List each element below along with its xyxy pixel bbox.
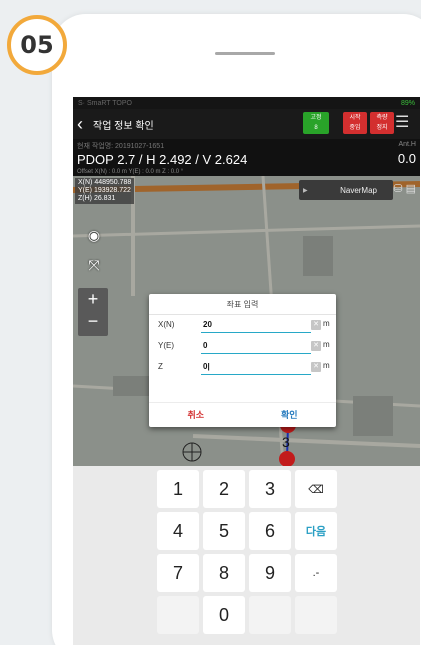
clear-icon[interactable]: ✕ <box>311 341 321 351</box>
key-0[interactable]: 0 <box>203 596 245 634</box>
x-label: X(N) <box>158 320 175 329</box>
z-input-row: Z 0| ✕ m <box>149 357 336 378</box>
key-2[interactable]: 2 <box>203 470 245 508</box>
dialog-buttons: 취소 확인 <box>149 402 336 427</box>
fix-status-button[interactable]: 고정 8 <box>303 112 329 134</box>
zoom-out-icon[interactable]: − <box>78 310 108 332</box>
current-coordinates: X(N) 448950.788 Y(E) 193928.722 Z(H) 26.… <box>75 178 135 204</box>
symbol-key[interactable]: .- <box>295 554 337 592</box>
key-7[interactable]: 7 <box>157 554 199 592</box>
coord-x: X(N) 448950.788 <box>78 179 132 186</box>
app-title: 작업 정보 확인 <box>93 120 154 132</box>
step-badge: 05 <box>7 15 67 75</box>
menu-icon[interactable]: ☰ <box>395 115 409 131</box>
clear-icon[interactable]: ✕ <box>311 320 321 330</box>
key-5[interactable]: 5 <box>203 512 245 550</box>
y-label: Y(E) <box>158 341 174 350</box>
job-name: 현재 작업명: 20191027-1651 <box>77 143 165 150</box>
numeric-keyboard: 1 2 3 ⌫ 4 5 6 다음 7 8 9 .- 0 <box>73 466 420 645</box>
battery-level: 89% <box>400 99 415 107</box>
locate-icon[interactable]: ◉ <box>85 226 103 244</box>
next-key[interactable]: 다음 <box>295 512 337 550</box>
antenna-height-label: Ant.H <box>398 141 416 148</box>
confirm-button[interactable]: 확인 <box>243 403 337 427</box>
app-bar: ‹ 작업 정보 확인 고정 8 시작 중임 측량 정지 ☰ <box>73 109 420 139</box>
x-unit: m <box>323 319 330 328</box>
blank-key-mid <box>249 596 291 634</box>
expand-arrow-icon: ▶ <box>303 187 308 194</box>
key-8[interactable]: 8 <box>203 554 245 592</box>
blank-key-left <box>157 596 199 634</box>
status-left: S· SmaRT TOPO <box>78 99 132 107</box>
coordinate-input-dialog: 좌표 입력 X(N) 20 ✕ m Y(E) 0 ✕ m Z 0| ✕ m 취소 <box>149 294 336 427</box>
z-input[interactable]: 0| <box>201 359 311 375</box>
key-9[interactable]: 9 <box>249 554 291 592</box>
y-input-row: Y(E) 0 ✕ m <box>149 336 336 357</box>
status-bar: S· SmaRT TOPO 89% <box>73 97 420 109</box>
offset-readout: Offset X(N) : 0.0 m Y(E) : 0.0 m Z : 0.0… <box>73 168 420 176</box>
key-6[interactable]: 6 <box>249 512 291 550</box>
dialog-title: 좌표 입력 <box>149 294 336 315</box>
point-label: 3 <box>282 434 290 450</box>
zoom-controls: + − <box>78 288 108 336</box>
x-input[interactable]: 20 <box>201 317 311 333</box>
z-unit: m <box>323 361 330 370</box>
key-3[interactable]: 3 <box>249 470 291 508</box>
start-button[interactable]: 시작 중임 <box>343 112 367 134</box>
clear-icon[interactable]: ✕ <box>311 362 321 372</box>
key-4[interactable]: 4 <box>157 512 199 550</box>
start-line1: 시작 <box>349 115 361 121</box>
map-source-label: NaverMap <box>340 185 377 195</box>
phone-speaker <box>215 52 275 55</box>
pdop-readout: PDOP 2.7 / H 2.492 / V 2.624 <box>77 152 248 167</box>
key-1[interactable]: 1 <box>157 470 199 508</box>
survey-stop-button[interactable]: 측량 정지 <box>370 112 394 134</box>
survey-line1: 측량 <box>376 115 388 121</box>
gnss-info-panel: 현재 작업명: 20191027-1651 PDOP 2.7 / H 2.492… <box>73 139 420 168</box>
fix-status-value: 8 <box>314 125 318 131</box>
y-unit: m <box>323 340 330 349</box>
fullscreen-icon[interactable]: ⤧ <box>85 256 103 274</box>
x-input-row: X(N) 20 ✕ m <box>149 315 336 336</box>
coord-y: Y(E) 193928.722 <box>78 187 131 194</box>
back-icon[interactable]: ‹ <box>77 115 91 133</box>
z-label: Z <box>158 362 163 371</box>
map-source-button[interactable]: ▶ NaverMap <box>299 180 393 200</box>
blank-key-right <box>295 596 337 634</box>
phone-screen: S· SmaRT TOPO 89% ‹ 작업 정보 확인 고정 8 시작 중임 … <box>73 97 420 645</box>
zoom-in-icon[interactable]: + <box>78 288 108 310</box>
layers-icon[interactable]: ⛁ ▤ <box>393 182 416 195</box>
coord-z: Z(H) 26.831 <box>78 195 116 202</box>
fix-status-label: 고정 <box>310 115 322 121</box>
backspace-icon[interactable]: ⌫ <box>295 470 337 508</box>
antenna-height-value: 0.0 <box>397 151 416 166</box>
survey-line2: 정지 <box>376 125 388 131</box>
map-view[interactable]: X(N) 448950.788 Y(E) 193928.722 Z(H) 26.… <box>73 176 420 466</box>
start-line2: 중임 <box>349 125 361 131</box>
cancel-button[interactable]: 취소 <box>149 403 243 427</box>
y-input[interactable]: 0 <box>201 338 311 354</box>
